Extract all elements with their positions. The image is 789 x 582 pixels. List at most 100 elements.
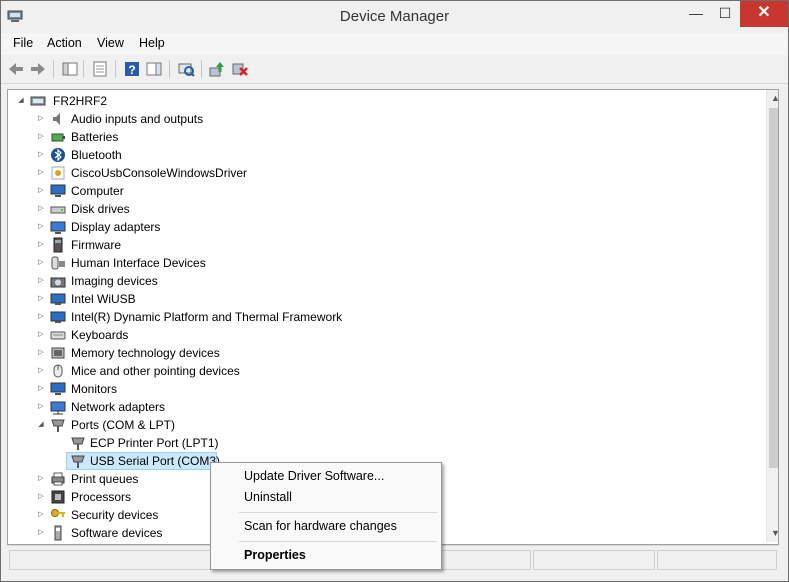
window-title: Device Manager [339,8,450,25]
camera-icon [50,277,66,288]
tree-item-label: Software devices [71,526,163,540]
show-hide-console-tree-icon[interactable] [61,60,79,78]
tree-item-label: ECP Printer Port (LPT1) [90,436,219,450]
menu-file[interactable]: File [13,36,33,50]
maximize-button[interactable]: ☐ [710,1,740,27]
svg-text:?: ? [128,63,135,77]
expand-chevron-icon[interactable]: ▷ [36,272,46,290]
expand-chevron-icon[interactable]: ▷ [36,488,46,506]
mouse-icon [53,364,63,378]
uninstall-menu-item[interactable]: Uninstall [244,490,292,504]
collapse-chevron-icon[interactable]: ◢ [16,92,26,110]
scan-hardware-menu-item[interactable]: Scan for hardware changes [244,519,397,533]
toolbar-separator [169,60,170,78]
scroll-up-arrow-icon[interactable]: ▲ [767,90,778,107]
expand-chevron-icon[interactable]: ▷ [36,398,46,416]
expand-chevron-icon[interactable]: ▷ [36,218,46,236]
tree-item-label: Disk drives [71,202,130,216]
update-driver-menu-item[interactable]: Update Driver Software... [244,469,384,483]
tree-root-label: FR2HRF2 [53,94,108,108]
expand-chevron-icon[interactable]: ▷ [36,164,46,182]
tree-item-label: Imaging devices [71,274,158,288]
status-cell-tertiary [657,550,777,570]
computer-root-icon [30,96,46,106]
expand-chevron-icon[interactable]: ▷ [36,506,46,524]
scroll-down-arrow-icon[interactable]: ▼ [767,525,778,542]
driver-gear-icon [51,166,65,180]
expand-chevron-icon[interactable]: ▷ [36,308,46,326]
scroll-thumb[interactable] [769,108,778,468]
toolbar-separator [115,60,116,78]
expand-chevron-icon[interactable]: ▷ [36,146,46,164]
menu-separator [239,541,437,542]
intel-wiusb-icon [50,293,66,305]
port-connector-icon [71,437,85,450]
scan-hardware-icon[interactable] [177,60,195,78]
expand-chevron-icon[interactable]: ▷ [36,110,46,128]
monitor-icon [50,184,66,197]
context-menu: Update Driver Software... Uninstall Scan… [210,462,442,570]
tree-item-label: Network adapters [71,400,166,414]
collapse-chevron-icon[interactable]: ◢ [36,416,46,434]
tree-item-label: Monitors [71,382,118,396]
memory-card-icon [51,347,65,359]
battery-icon [51,133,65,142]
expand-chevron-icon[interactable]: ▷ [36,236,46,254]
expand-chevron-icon[interactable]: ▷ [36,380,46,398]
tree-item-label: Processors [71,490,132,504]
forward-arrow-icon[interactable] [29,60,47,78]
menu-separator [239,512,437,513]
properties-menu-item[interactable]: Properties [244,548,306,562]
menu-help[interactable]: Help [139,36,165,50]
port-connector-icon [51,419,65,432]
toolbar-separator [201,60,202,78]
uninstall-icon[interactable] [231,60,249,78]
tree-item-label: Memory technology devices [71,346,220,360]
status-cell-secondary [533,550,655,570]
tree-item-label: USB Serial Port (COM3) [90,454,221,468]
close-button[interactable]: ✕ [740,1,788,27]
back-arrow-icon[interactable] [7,60,25,78]
minimize-button[interactable]: — [681,1,711,27]
intel-dptf-icon [50,311,66,323]
expand-chevron-icon[interactable]: ▷ [36,254,46,272]
expand-chevron-icon[interactable]: ▷ [36,362,46,380]
menu-view[interactable]: View [97,36,124,50]
expand-chevron-icon[interactable]: ▷ [36,524,46,542]
keyboard-icon [50,331,66,340]
properties-icon[interactable] [91,60,109,78]
expand-chevron-icon[interactable]: ▷ [36,470,46,488]
network-adapter-icon [50,401,66,415]
tree-item-label: Intel WiUSB [71,292,136,306]
device-manager-window: Device Manager — ☐ ✕ File Action View He… [0,0,789,582]
expand-chevron-icon[interactable]: ▷ [36,200,46,218]
expand-chevron-icon[interactable]: ▷ [36,182,46,200]
action-pane-icon[interactable] [145,60,163,78]
processor-icon [51,490,65,504]
disk-drive-icon [50,206,66,214]
tree-item-label: Mice and other pointing devices [71,364,240,378]
tree-item-label: Keyboards [71,328,129,342]
tree-item-label: Bluetooth [71,148,122,162]
title-bar[interactable]: Device Manager — ☐ ✕ [1,1,788,33]
update-driver-icon[interactable] [208,60,226,78]
tree-item-label: Audio inputs and outputs [71,112,204,126]
tree-item-label: Intel(R) Dynamic Platform and Thermal Fr… [71,310,343,324]
expand-chevron-icon[interactable]: ▷ [36,128,46,146]
vertical-scrollbar[interactable]: ▲ ▼ [766,90,778,542]
hid-icon [51,256,65,270]
expand-chevron-icon[interactable]: ▷ [36,344,46,362]
firmware-chip-icon [53,237,63,253]
display-adapter-icon [50,221,66,234]
tree-item-label: Computer [71,184,124,198]
monitor-icon [50,382,66,395]
port-connector-icon [71,455,85,468]
tree-item-label: CiscoUsbConsoleWindowsDriver [71,166,248,180]
toolbar: ? [1,55,788,84]
expand-chevron-icon[interactable]: ▷ [36,290,46,308]
tree-item-label: Firmware [71,238,121,252]
help-icon[interactable]: ? [123,60,141,78]
expand-chevron-icon[interactable]: ▷ [36,326,46,344]
toolbar-separator [83,60,84,78]
menu-action[interactable]: Action [47,36,82,50]
